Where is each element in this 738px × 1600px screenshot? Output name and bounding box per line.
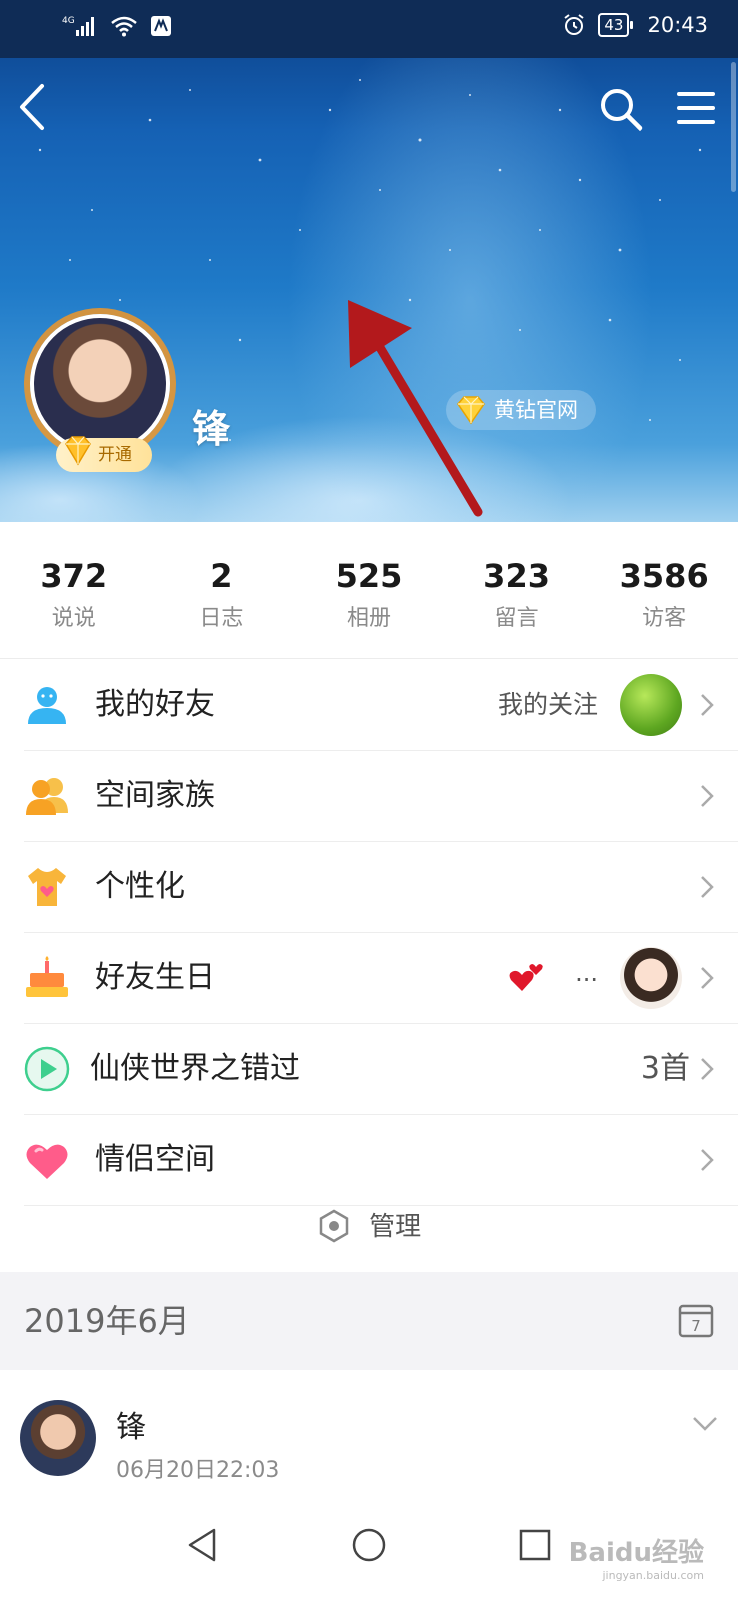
- family-icon: [26, 778, 68, 815]
- stat-label: 留言: [494, 606, 539, 631]
- more-dots: ...: [575, 959, 598, 987]
- nav-back-icon[interactable]: [184, 1526, 222, 1564]
- birthday-friend-avatar: [620, 947, 682, 1009]
- menu-item-family[interactable]: 空间家族: [24, 751, 738, 842]
- cover-banner[interactable]: 4G 43 20:43 开通 锋 黄钻官网: [0, 0, 738, 522]
- play-icon: [24, 1046, 70, 1092]
- stat-album[interactable]: 525 相册: [295, 522, 443, 658]
- follow-thumbnail: [620, 674, 682, 736]
- hexagon-icon: [319, 1209, 349, 1242]
- tshirt-icon: [28, 868, 66, 906]
- chevron-down-icon[interactable]: [692, 1416, 718, 1432]
- search-icon[interactable]: [598, 86, 644, 132]
- section-date: 2019年6月: [24, 1302, 190, 1340]
- profile-avatar[interactable]: [30, 314, 170, 454]
- date-section-header: 2019年6月 7: [0, 1272, 738, 1370]
- menu-item-label: 仙侠世界之错过: [90, 1051, 300, 1086]
- stat-label: 访客: [642, 606, 687, 631]
- clock: 20:43: [647, 13, 708, 37]
- song-count: 3首: [640, 1051, 690, 1086]
- profile-name: 锋: [192, 407, 231, 451]
- stat-label: 相册: [346, 606, 391, 631]
- scrollbar[interactable]: [731, 62, 736, 192]
- chevron-right-icon: [701, 876, 714, 898]
- stat-label: 日志: [199, 606, 244, 631]
- alarm-icon: [564, 14, 584, 35]
- stat-blog[interactable]: 2 日志: [148, 522, 296, 658]
- menu-item-music[interactable]: 仙侠世界之错过 3首: [24, 1024, 738, 1115]
- menu-icon[interactable]: [676, 88, 716, 128]
- annotation-arrow: [348, 300, 483, 517]
- chevron-right-icon: [701, 785, 714, 807]
- menu-item-birthday[interactable]: 好友生日 ...: [24, 933, 738, 1024]
- nav-recents-icon[interactable]: [516, 1526, 554, 1564]
- feature-menu: 我的好友 我的关注 空间家族 个性化 好友生日 ... 仙侠世界之错过 3首 情…: [0, 660, 738, 1206]
- stat-messages[interactable]: 323 留言: [443, 522, 591, 658]
- calendar-day: 7: [691, 1317, 701, 1335]
- hearts-icon: [509, 964, 543, 991]
- menu-item-label: 好友生日: [95, 960, 215, 995]
- friends-icon: [28, 687, 66, 724]
- open-badge-label: 开通: [98, 445, 132, 465]
- menu-item-label: 我的好友: [95, 687, 215, 722]
- status-right-icons: 43 20:43: [562, 13, 708, 37]
- menu-item-label: 个性化: [95, 869, 185, 904]
- menu-item-friends[interactable]: 我的好友 我的关注: [24, 660, 738, 751]
- stat-shuoshuo[interactable]: 372 说说: [0, 522, 148, 658]
- system-navigation-bar: Baidu经验 jingyan.baidu.com: [0, 1492, 738, 1600]
- wifi-icon: [111, 16, 137, 37]
- stat-value: 2: [210, 557, 233, 595]
- calendar-icon[interactable]: 7: [678, 1302, 714, 1338]
- my-follows-link[interactable]: 我的关注: [498, 660, 598, 750]
- status-left-icons: 4G: [62, 14, 172, 38]
- signal-icon: 4G: [62, 16, 94, 36]
- stat-visitors[interactable]: 3586 访客: [590, 522, 738, 658]
- heart-icon: [26, 1144, 68, 1179]
- manage-label: 管理: [369, 1212, 422, 1242]
- chevron-right-icon: [701, 967, 714, 989]
- stat-value: 323: [483, 557, 550, 595]
- stat-label: 说说: [51, 606, 96, 631]
- battery-indicator: 43: [598, 13, 634, 37]
- diamond-icon: [65, 436, 91, 466]
- app-notification-icon: [151, 16, 171, 36]
- status-bar: 4G 43 20:43: [0, 0, 738, 58]
- avatar[interactable]: [20, 1400, 96, 1476]
- chevron-right-icon: [701, 1058, 714, 1080]
- stat-value: 3586: [619, 557, 709, 595]
- post-author[interactable]: 锋: [116, 1402, 146, 1446]
- menu-item-personalize[interactable]: 个性化: [24, 842, 738, 933]
- baidu-watermark: Baidu经验 jingyan.baidu.com: [569, 1532, 704, 1582]
- menu-item-label: 空间家族: [95, 778, 215, 813]
- watermark-url: jingyan.baidu.com: [602, 1569, 704, 1582]
- chevron-right-icon: [701, 694, 714, 716]
- open-yellow-diamond-badge[interactable]: 开通: [56, 436, 152, 472]
- avatar-image: [30, 314, 170, 454]
- manage-button[interactable]: 管理: [0, 1182, 738, 1272]
- stat-value: 525: [335, 557, 403, 595]
- post-timestamp: 06月20日22:03: [116, 1458, 280, 1483]
- chevron-right-icon: [701, 1149, 714, 1171]
- back-icon[interactable]: [14, 82, 54, 132]
- cake-icon: [26, 956, 68, 997]
- nav-home-icon[interactable]: [350, 1526, 388, 1564]
- stat-value: 372: [40, 557, 108, 595]
- feed-post[interactable]: 锋 06月20日22:03: [0, 1370, 738, 1500]
- network-type: 4G: [62, 16, 75, 26]
- profile-stats: 372 说说 2 日志 525 相册 323 留言 3586 访客: [0, 522, 738, 659]
- watermark-brand: Baidu经验: [568, 1538, 704, 1568]
